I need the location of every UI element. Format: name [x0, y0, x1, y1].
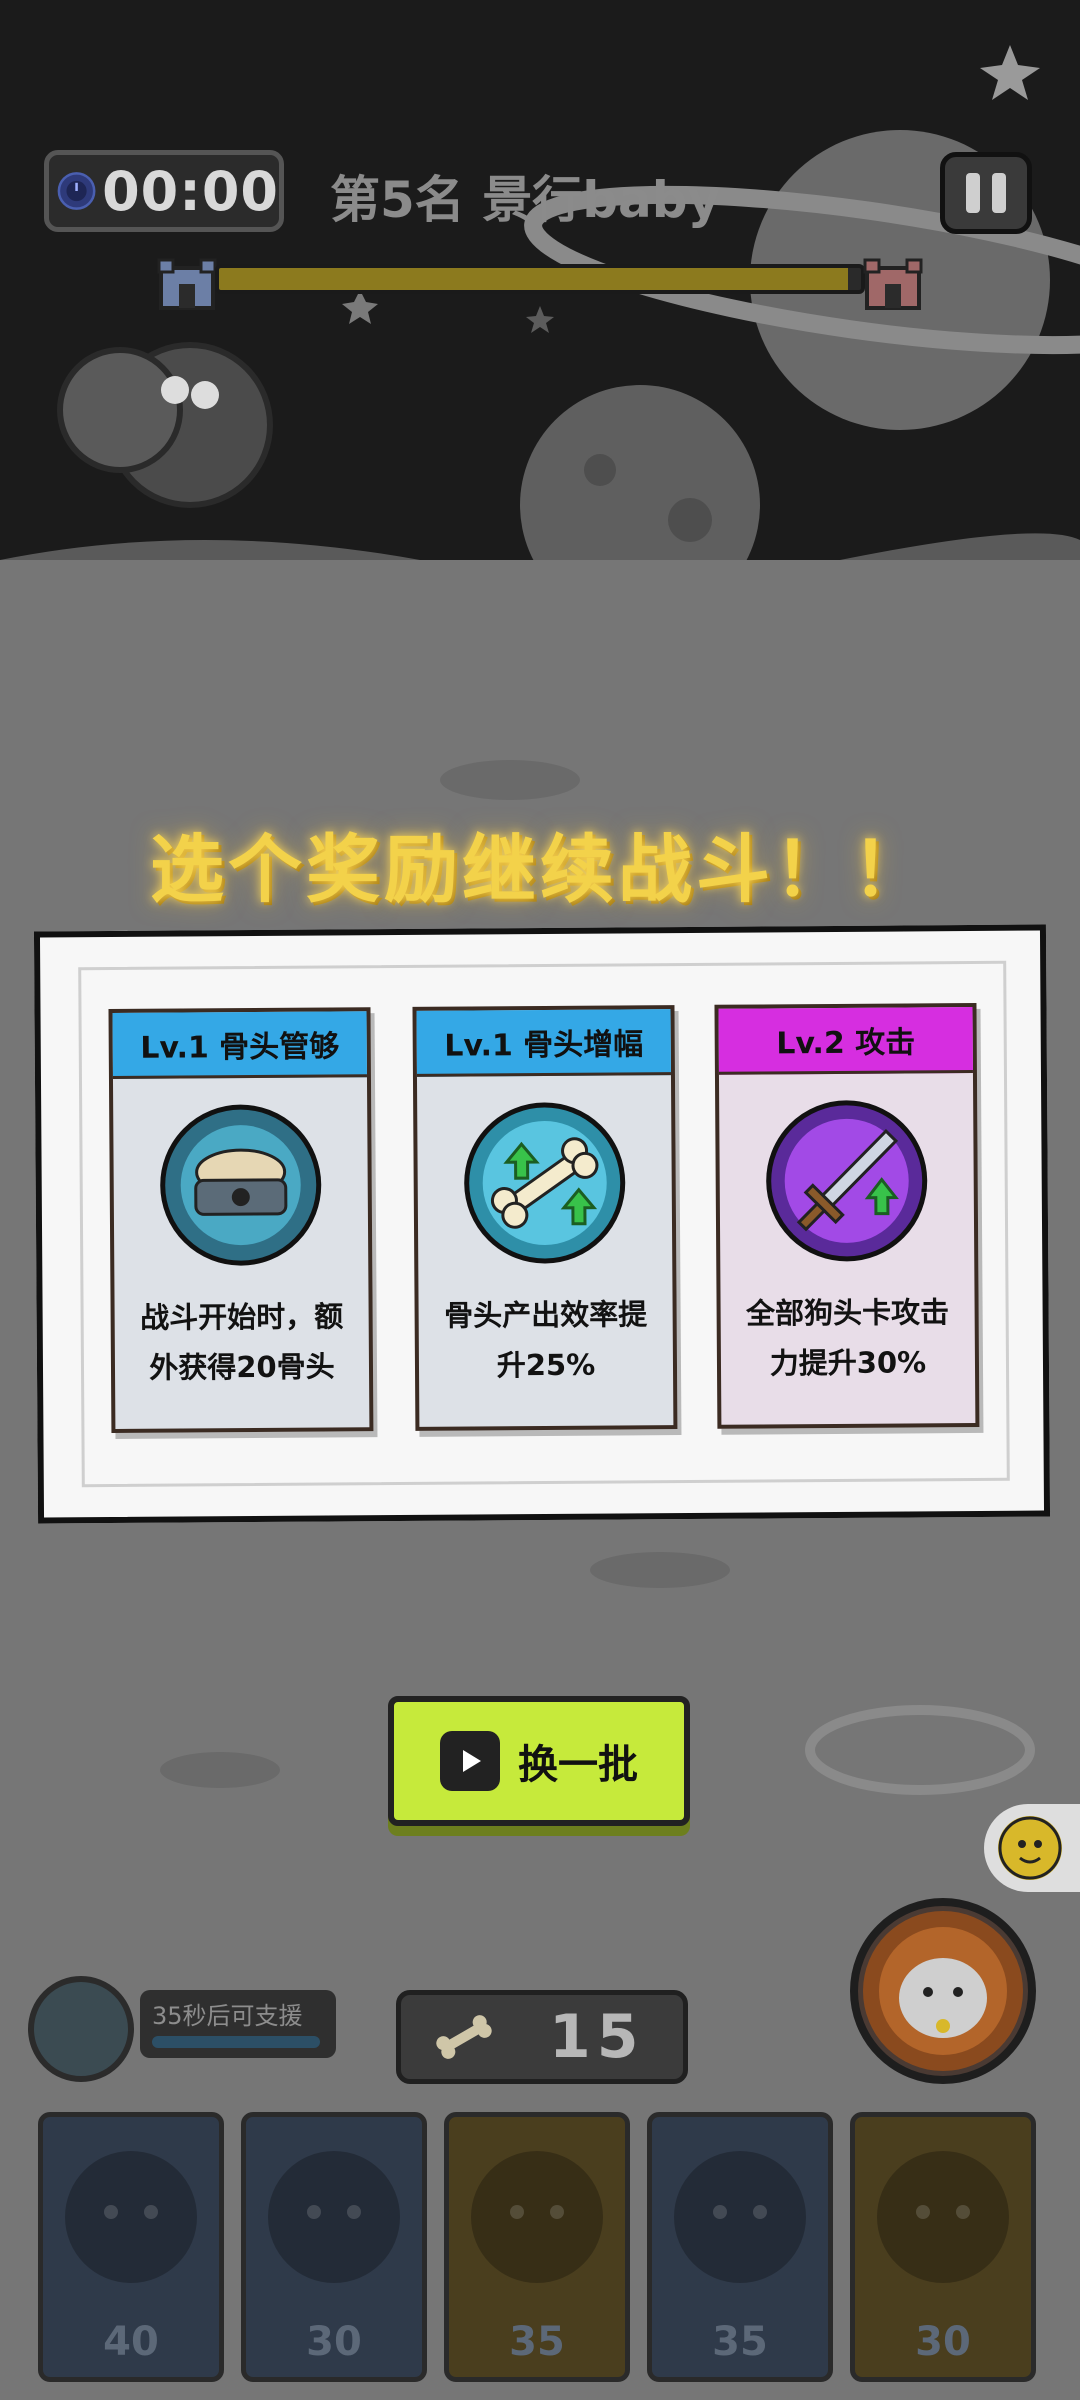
- refresh-rewards-button[interactable]: 换一批: [388, 1696, 690, 1826]
- support-cooldown-bar: [152, 2036, 320, 2048]
- support-cooldown-text: 35秒后可支援: [152, 2002, 303, 2030]
- card-desc-line-2: 升25%: [496, 1347, 596, 1383]
- level-progress: [155, 250, 925, 310]
- lucky-cat-icon: [863, 1911, 1023, 2071]
- pause-button[interactable]: [940, 152, 1032, 234]
- support-helper[interactable]: 35秒后可支援: [28, 1976, 336, 2082]
- card-cost: 40: [103, 2319, 159, 2365]
- card-cost: 35: [712, 2319, 768, 2365]
- card-desc-line-2: 外获得20骨头: [149, 1349, 335, 1385]
- summon-lucky-cat-button[interactable]: [850, 1898, 1036, 2084]
- reward-card-attack[interactable]: Lv.2 攻击 全部狗头卡攻击 力提升30%: [714, 1002, 980, 1429]
- dog-portrait-icon: [268, 2151, 400, 2283]
- bone-boost-icon: [464, 1102, 626, 1264]
- card-title: Lv.1 骨头管够: [112, 1011, 367, 1079]
- card-description: 全部狗头卡攻击 力提升30%: [730, 1287, 965, 1389]
- card-desc-line-2: 力提升30%: [769, 1345, 927, 1381]
- reward-panel: Lv.1 骨头管够 战斗开始时，额 外获得20骨头 Lv.1 骨头增幅 骨头产出…: [33, 924, 1051, 1524]
- side-floating-button[interactable]: [984, 1804, 1080, 1892]
- dog-card-slot[interactable]: 30: [241, 2112, 427, 2382]
- timer: 00:00: [44, 150, 284, 232]
- card-cost: 35: [509, 2319, 565, 2365]
- dog-portrait-icon: [471, 2151, 603, 2283]
- card-dock: 40 30 35 35 30: [38, 2112, 1048, 2390]
- dog-card-slot[interactable]: 35: [647, 2112, 833, 2382]
- pause-icon-bar-left: [966, 173, 980, 213]
- sword-upgrade-icon: [766, 1100, 928, 1262]
- video-play-icon: [440, 1731, 500, 1791]
- dog-portrait-icon: [674, 2151, 806, 2283]
- bone-counter: 15: [396, 1990, 688, 2084]
- play-triangle-icon: [463, 1750, 481, 1772]
- card-desc-line-1: 全部狗头卡攻击: [745, 1295, 950, 1331]
- mascot-face-icon: [998, 1816, 1062, 1880]
- reward-cards: Lv.1 骨头管够 战斗开始时，额 外获得20骨头 Lv.1 骨头增幅 骨头产出…: [108, 1002, 991, 1445]
- enemy-castle-icon: [863, 258, 923, 310]
- dog-card-slot[interactable]: 40: [38, 2112, 224, 2382]
- bone-icon: [436, 2015, 492, 2059]
- card-description: 骨头产出效率提 升25%: [428, 1289, 663, 1391]
- progress-track: [215, 264, 865, 294]
- card-desc-line-1: 战斗开始时，额: [140, 1299, 344, 1335]
- card-cost: 30: [915, 2319, 971, 2365]
- reward-headline: 选个奖励继续战斗！！: [150, 827, 930, 913]
- clock-icon: [57, 172, 96, 210]
- food-bowl-icon: [160, 1104, 322, 1266]
- home-castle-icon: [157, 258, 217, 310]
- card-title: Lv.2 攻击: [718, 1006, 973, 1075]
- support-dog-avatar: [28, 1976, 134, 2082]
- rank-title: 第5名 景行baby: [330, 171, 721, 229]
- dog-portrait-icon: [65, 2151, 197, 2283]
- dog-card-slot[interactable]: 35: [444, 2112, 630, 2382]
- card-cost: 30: [306, 2319, 362, 2365]
- reward-card-bone-supply[interactable]: Lv.1 骨头管够 战斗开始时，额 外获得20骨头: [108, 1007, 374, 1434]
- space-decoration: [0, 45, 1080, 640]
- card-description: 战斗开始时，额 外获得20骨头: [124, 1291, 359, 1393]
- refresh-label: 换一批: [518, 1742, 638, 1788]
- timer-value: 00:00: [102, 159, 279, 223]
- dog-portrait-icon: [877, 2151, 1009, 2283]
- card-desc-line-1: 骨头产出效率提: [444, 1297, 648, 1333]
- card-title: Lv.1 骨头增幅: [416, 1009, 671, 1077]
- space-background: [0, 0, 1080, 640]
- bone-count-value: 15: [549, 2002, 645, 2072]
- dog-card-slot[interactable]: 30: [850, 2112, 1036, 2382]
- progress-fill: [219, 268, 849, 290]
- reward-card-bone-boost[interactable]: Lv.1 骨头增幅 骨头产出效率提 升25%: [412, 1005, 678, 1431]
- pause-icon-bar-right: [992, 173, 1006, 213]
